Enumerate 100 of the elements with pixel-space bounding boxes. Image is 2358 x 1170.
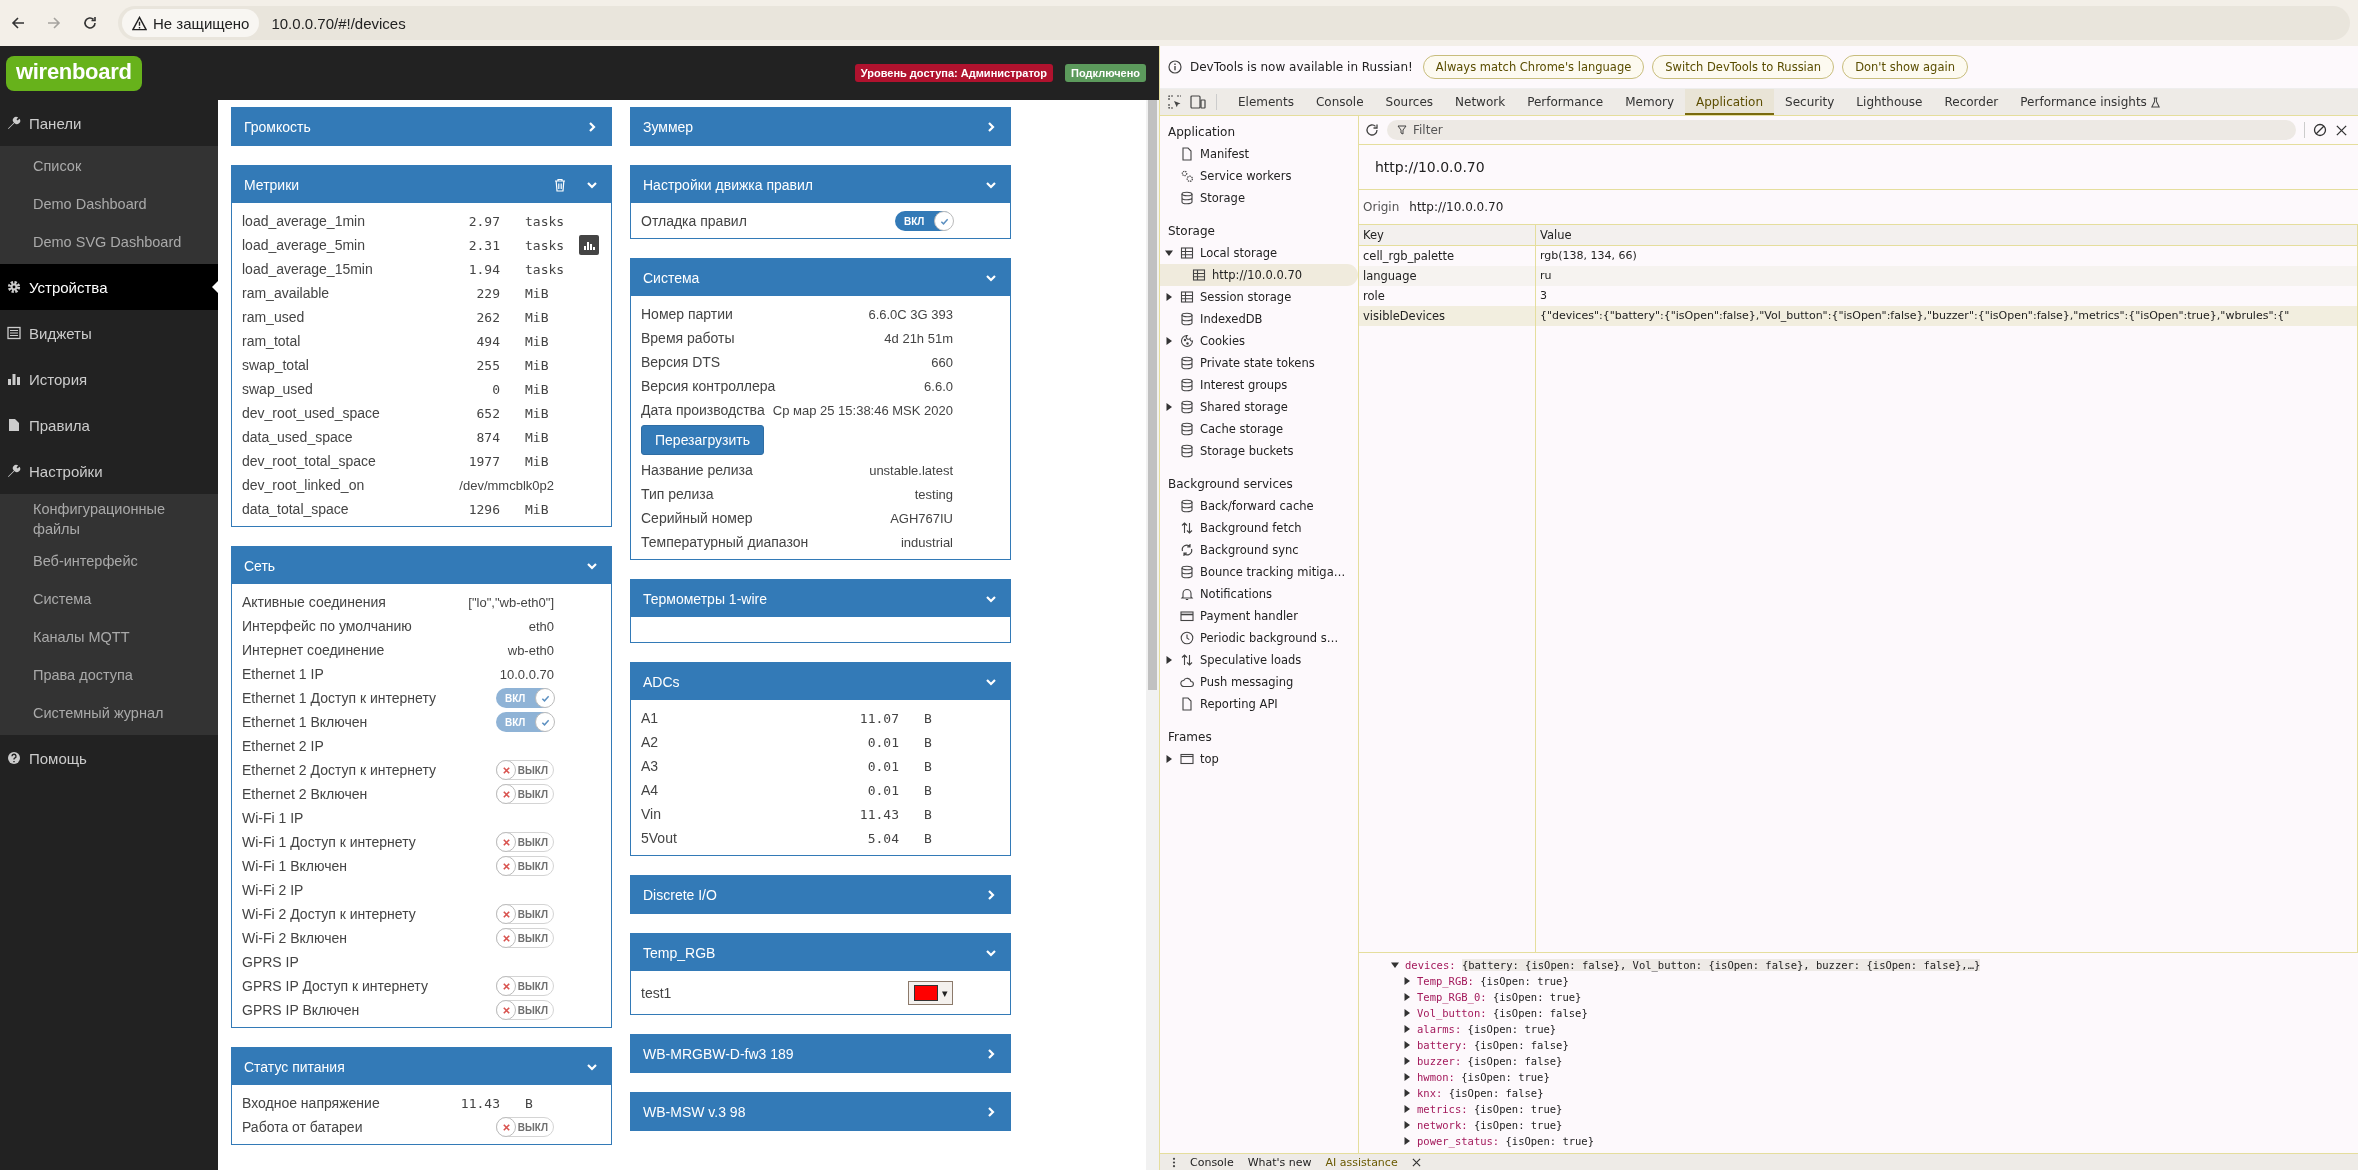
infobar-button[interactable]: Always match Chrome's language [1422, 55, 1645, 79]
triangle-icon[interactable] [1403, 1009, 1411, 1017]
sidebar-tree-item[interactable]: Periodic background s… [1160, 627, 1358, 649]
card-header[interactable]: Temp_RGB [631, 934, 1010, 971]
chevron-icon[interactable] [985, 888, 997, 901]
card-header[interactable]: Система [631, 259, 1010, 296]
card-header[interactable]: Discrete I/O [631, 876, 1010, 913]
sidebar-subitem[interactable]: Demo SVG Dashboard [0, 224, 218, 262]
reboot-button[interactable]: Перезагрузить [641, 425, 764, 455]
triangle-icon[interactable] [1403, 1089, 1411, 1097]
triangle-icon[interactable] [1391, 961, 1399, 969]
refresh-icon[interactable] [1365, 123, 1379, 137]
infobar-button[interactable]: Switch DevTools to Russian [1652, 55, 1835, 79]
sidebar-item[interactable]: Виджеты [0, 310, 218, 356]
back-icon[interactable] [10, 15, 26, 31]
sidebar-item[interactable]: Настройки [0, 448, 218, 494]
sidebar-tree-item[interactable]: http://10.0.0.70 [1160, 264, 1358, 286]
sidebar-tree-item[interactable]: Local storage [1160, 242, 1358, 264]
chevron-icon[interactable] [586, 120, 598, 133]
devtools-tab[interactable]: Console [1304, 89, 1375, 115]
sidebar-subitem[interactable]: Demo Dashboard [0, 186, 218, 224]
devtools-tab[interactable]: Lighthouse [1845, 89, 1934, 115]
card-header[interactable]: WB-MRGBW-D-fw3 189 [631, 1035, 1010, 1072]
sidebar-tree-item[interactable]: Background sync [1160, 539, 1358, 561]
sidebar-subitem[interactable]: Системный журнал [0, 695, 218, 734]
card-header[interactable]: Сеть [232, 547, 611, 584]
sidebar-tree-item[interactable]: Payment handler [1160, 605, 1358, 627]
devtools-tab[interactable]: Performance insights [2009, 89, 2172, 115]
chevron-icon[interactable] [985, 120, 997, 133]
sidebar-subitem[interactable]: Система [0, 581, 218, 620]
sidebar-item[interactable]: Правила [0, 402, 218, 448]
sidebar-subitem[interactable]: Список [0, 148, 218, 186]
sidebar-tree-item[interactable]: Cookies [1160, 330, 1358, 352]
card-header[interactable]: ADCs [631, 663, 1010, 700]
clear-all-icon[interactable] [2313, 123, 2327, 137]
card-header[interactable]: Метрики [232, 166, 611, 203]
sidebar-tree-item[interactable]: Cache storage [1160, 418, 1358, 440]
drawer-tab[interactable]: Console [1190, 1155, 1234, 1169]
address-field[interactable]: Не защищено 10.0.0.70/#!/devices [118, 6, 2350, 40]
triangle-icon[interactable] [1165, 755, 1173, 763]
close-icon[interactable] [2335, 123, 2348, 137]
sidebar-tree-item[interactable]: Shared storage [1160, 396, 1358, 418]
sidebar-tree-item[interactable]: Manifest [1160, 143, 1358, 165]
filter-field[interactable]: Filter [1387, 120, 2296, 140]
chevron-icon[interactable] [985, 1047, 997, 1060]
triangle-icon[interactable] [1403, 977, 1411, 985]
sidebar-tree-item[interactable]: Service workers [1160, 165, 1358, 187]
column-header[interactable]: Key [1359, 225, 1536, 245]
sidebar-tree-item[interactable]: Notifications [1160, 583, 1358, 605]
sidebar-tree-item[interactable]: Push messaging [1160, 671, 1358, 693]
card-header[interactable]: Термометры 1-wire [631, 580, 1010, 617]
triangle-icon[interactable] [1403, 993, 1411, 1001]
sidebar-tree-item[interactable]: Speculative loads [1160, 649, 1358, 671]
infobar-button[interactable]: Don't show again [1842, 55, 1968, 79]
table-row[interactable]: visibleDevices {"devices":{"battery":{"isOpen":false},"Vol_button":{"isOpen":false},"buzzer":{"isOpen":false},"metrics":{"isOpen":true},"wbrules":{" [1359, 306, 2358, 326]
devtools-tab[interactable]: Performance [1516, 89, 1615, 115]
sidebar-item[interactable]: Помощь [0, 735, 218, 782]
sidebar-tree-item[interactable]: Background fetch [1160, 517, 1358, 539]
triangle-icon[interactable] [1165, 403, 1173, 411]
chevron-icon[interactable] [985, 1105, 997, 1118]
triangle-icon[interactable] [1403, 1057, 1411, 1065]
triangle-icon[interactable] [1403, 1041, 1411, 1049]
sidebar-tree-item[interactable]: Interest groups [1160, 374, 1358, 396]
sidebar-subitem[interactable]: Конфигурационные файлы [0, 496, 218, 544]
sidebar-tree-item[interactable]: Back/forward cache [1160, 495, 1358, 517]
card-header[interactable]: Статус питания [232, 1048, 611, 1085]
sidebar-item[interactable]: Панели [0, 100, 218, 146]
triangle-icon[interactable] [1403, 1105, 1411, 1113]
card-header[interactable]: Настройки движка правил [631, 166, 1010, 203]
trash-icon[interactable] [554, 177, 566, 192]
sidebar-tree-item[interactable]: Storage [1160, 187, 1358, 209]
triangle-icon[interactable] [1165, 293, 1173, 301]
table-row[interactable]: language ru [1359, 266, 2358, 286]
sidebar-tree-item[interactable]: Private state tokens [1160, 352, 1358, 374]
more-icon[interactable] [1172, 1156, 1176, 1168]
toggle-switch[interactable]: ВКЛ [895, 211, 953, 231]
sidebar-subitem[interactable]: Каналы MQTT [0, 619, 218, 658]
device-toolbar-icon[interactable] [1190, 95, 1206, 109]
sidebar-tree-item[interactable]: top [1160, 748, 1358, 770]
sidebar-item[interactable]: История [0, 356, 218, 402]
card-header[interactable]: Зуммер [631, 108, 1010, 145]
sidebar-subitem[interactable]: Веб-интерфейс [0, 543, 218, 582]
triangle-icon[interactable] [1403, 1073, 1411, 1081]
sidebar-tree-item[interactable]: Reporting API [1160, 693, 1358, 715]
sidebar-tree-item[interactable]: Storage buckets [1160, 440, 1358, 462]
history-chart-icon[interactable] [579, 235, 599, 255]
security-button[interactable]: Не защищено [122, 9, 260, 37]
sidebar-tree-item[interactable]: IndexedDB [1160, 308, 1358, 330]
scrollbar[interactable] [1146, 100, 1159, 1170]
card-header[interactable]: WB-MSW v.3 98 [631, 1093, 1010, 1130]
devtools-tab[interactable]: Sources [1374, 89, 1445, 115]
color-picker[interactable]: ▾ [908, 981, 953, 1005]
drawer-tab[interactable]: What's new [1247, 1155, 1312, 1169]
devtools-tab[interactable]: Application [1685, 89, 1775, 115]
reload-icon[interactable] [82, 15, 98, 31]
triangle-icon[interactable] [1165, 337, 1173, 345]
triangle-icon[interactable] [1403, 1025, 1411, 1033]
sidebar-tree-item[interactable]: Bounce tracking mitiga… [1160, 561, 1358, 583]
inspect-icon[interactable] [1168, 95, 1182, 109]
sidebar-subitem[interactable]: Права доступа [0, 657, 218, 696]
